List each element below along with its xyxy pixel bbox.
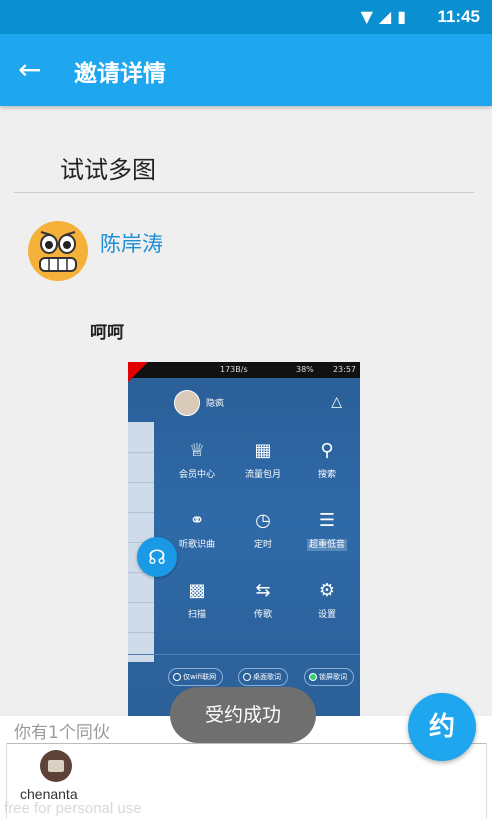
- image-pill: 锁屏歌词: [304, 668, 354, 686]
- menu-item: ▦ 流量包月: [228, 440, 298, 480]
- menu-item: ☰ 超重低音: [292, 510, 360, 551]
- headphone-button[interactable]: ☊: [137, 537, 177, 577]
- app-bar: ← 邀请详情: [0, 34, 492, 106]
- battery-icon: ▮: [397, 7, 412, 26]
- crown-icon: ♕: [188, 440, 206, 461]
- status-bar: ▼◢▮ 11:45: [0, 0, 492, 34]
- signal-icon: ◢: [378, 7, 398, 26]
- arrow-left-icon: ←: [18, 53, 42, 86]
- author-name[interactable]: 陈岸涛: [100, 228, 163, 258]
- gear-icon: ⚙: [318, 580, 336, 601]
- post-title: 试试多图: [60, 156, 156, 184]
- search-icon: ⚲: [320, 440, 334, 461]
- toast-message: 受约成功: [170, 687, 316, 743]
- partner-avatar[interactable]: [40, 750, 72, 782]
- author-avatar[interactable]: [27, 220, 89, 282]
- back-button[interactable]: ←: [18, 52, 48, 88]
- mic-icon: ⚭: [189, 510, 205, 531]
- image-pill: 桌面歌词: [238, 668, 288, 686]
- menu-item: ⚙ 设置: [292, 580, 360, 620]
- gift-icon: ▦: [254, 440, 272, 461]
- image-time: 23:57: [332, 365, 356, 374]
- invite-detail: 试试多图 陈岸涛 呵呵 173B/s 38% 23:57 隐疯 △ ♕ 会员中心…: [0, 106, 492, 716]
- image-user-name: 隐疯: [206, 399, 225, 409]
- timer-icon: ◷: [255, 510, 271, 531]
- image-divider: [128, 654, 360, 655]
- menu-item: ♕ 会员中心: [162, 440, 232, 480]
- partners-label: 你有1个同伙: [14, 723, 110, 743]
- image-pill: 仅wifi联网: [168, 668, 224, 686]
- status-icons: ▼◢▮: [361, 7, 412, 26]
- image-battery: 38%: [296, 365, 314, 374]
- divider: [14, 192, 474, 193]
- menu-item: ⇆ 传歌: [228, 580, 298, 620]
- menu-item: ⚲ 搜索: [292, 440, 360, 480]
- watermark: free for personal use: [4, 800, 142, 817]
- wifi-icon: ▼: [360, 7, 379, 26]
- image-status-bar: 173B/s 38% 23:57: [128, 362, 360, 378]
- shirt-icon: △: [331, 394, 342, 410]
- invite-fab-button[interactable]: 约: [408, 693, 476, 761]
- menu-item: ▩ 扫描: [162, 580, 232, 620]
- page-title: 邀请详情: [74, 61, 166, 87]
- equalizer-icon: ☰: [318, 510, 336, 531]
- headphone-icon: ☊: [148, 545, 166, 569]
- menu-item: ◷ 定时: [228, 510, 298, 550]
- image-corner-mark: [128, 362, 148, 382]
- image-avatar: [174, 390, 200, 416]
- transfer-icon: ⇆: [255, 580, 271, 601]
- image-net-speed: 173B/s: [220, 365, 248, 374]
- post-content: 呵呵: [90, 323, 124, 343]
- scan-icon: ▩: [188, 580, 206, 601]
- status-time: 11:45: [437, 7, 480, 26]
